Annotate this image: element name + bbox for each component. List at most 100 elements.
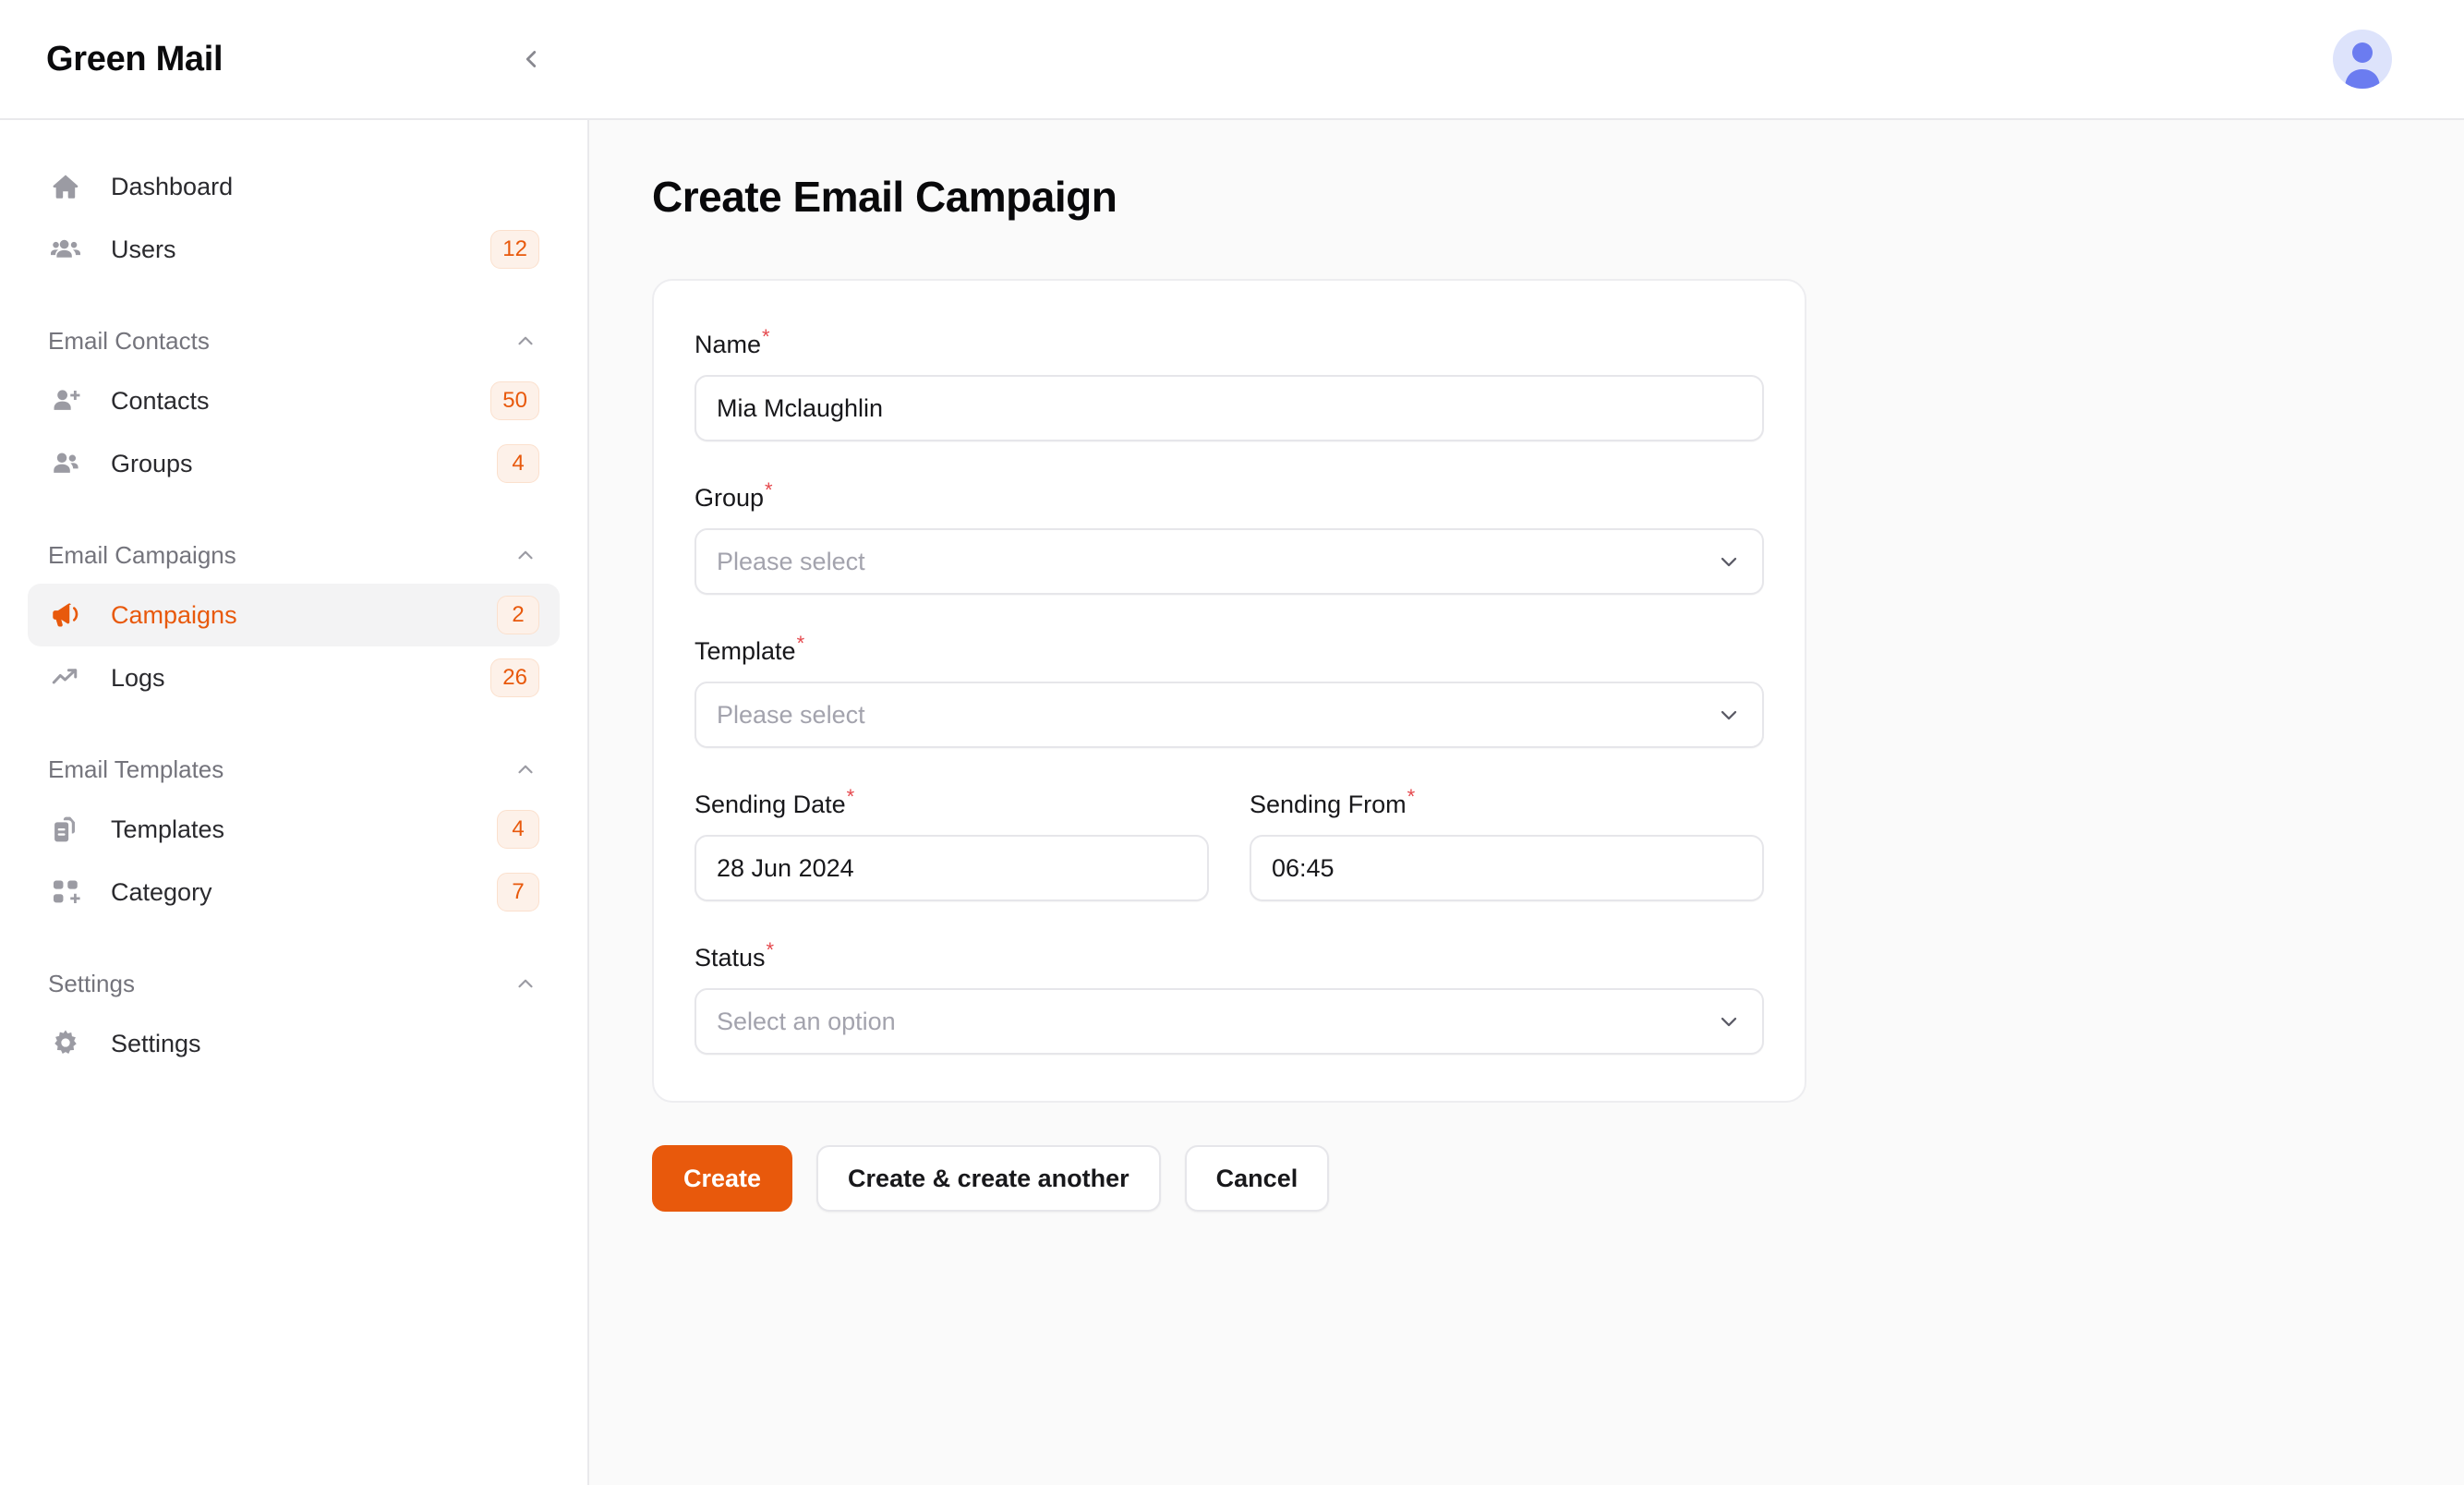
category-grid-plus-icon — [48, 875, 83, 910]
sidebar-item-dashboard[interactable]: Dashboard — [28, 155, 560, 218]
home-icon — [48, 169, 83, 204]
sidebar-section-email-templates[interactable]: Email Templates — [28, 741, 560, 798]
campaign-form-card: Name* Mia Mclaughlin Group* Please selec… — [652, 279, 1806, 1103]
trending-up-icon — [48, 660, 83, 695]
template-select-placeholder: Please select — [717, 700, 865, 729]
sending-row: Sending Date* 28 Jun 2024 Sending From* … — [695, 785, 1764, 938]
sidebar-item-category[interactable]: Category 7 — [28, 861, 560, 924]
sidebar-item-contacts[interactable]: Contacts 50 — [28, 369, 560, 432]
sidebar-item-groups[interactable]: Groups 4 — [28, 432, 560, 495]
required-marker: * — [1407, 785, 1416, 808]
gear-icon — [48, 1026, 83, 1061]
people-icon — [48, 446, 83, 481]
status-select[interactable]: Select an option — [695, 988, 1764, 1055]
chevron-up-icon — [512, 755, 539, 783]
top-bar: Green Mail — [0, 0, 2464, 120]
create-and-create-another-button[interactable]: Create & create another — [816, 1145, 1161, 1212]
required-marker: * — [765, 478, 773, 501]
field-label: Sending Date* — [695, 785, 854, 819]
users-group-icon — [48, 232, 83, 267]
sidebar-item-label: Groups — [111, 449, 193, 477]
name-input[interactable]: Mia Mclaughlin — [695, 375, 1764, 441]
chevron-left-icon — [525, 51, 537, 67]
status-select-placeholder: Select an option — [717, 1007, 896, 1035]
field-name: Name* Mia Mclaughlin — [695, 325, 1764, 441]
sidebar-section-title: Settings — [48, 969, 135, 997]
chevron-up-icon — [512, 541, 539, 569]
sidebar-item-logs[interactable]: Logs 26 — [28, 646, 560, 709]
sidebar-badge: 12 — [490, 230, 539, 269]
sidebar-item-label: Dashboard — [111, 172, 234, 200]
sidebar-item-templates[interactable]: Templates 4 — [28, 798, 560, 861]
avatar[interactable] — [2333, 30, 2392, 89]
sidebar-section-email-campaigns[interactable]: Email Campaigns — [28, 526, 560, 584]
create-button[interactable]: Create — [652, 1145, 793, 1212]
user-plus-icon — [48, 383, 83, 418]
sidebar-item-label: Category — [111, 877, 212, 906]
field-sending-date: Sending Date* 28 Jun 2024 — [695, 785, 1209, 901]
chevron-down-icon — [1716, 702, 1742, 728]
sending-from-value: 06:45 — [1272, 853, 1335, 882]
field-status: Status* Select an option — [695, 938, 1764, 1055]
label-text: Sending From — [1250, 791, 1407, 818]
chevron-down-icon — [1716, 1008, 1742, 1034]
required-marker: * — [796, 632, 805, 655]
sidebar-section-title: Email Contacts — [48, 326, 210, 355]
sidebar-section-title: Email Templates — [48, 755, 224, 783]
user-avatar-icon — [2345, 42, 2380, 89]
label-text: Name — [695, 331, 762, 358]
sidebar-badge: 2 — [497, 596, 539, 634]
field-template: Template* Please select — [695, 632, 1764, 748]
sending-date-input[interactable]: 28 Jun 2024 — [695, 835, 1209, 901]
form-actions: Create Create & create another Cancel — [652, 1145, 2464, 1212]
sidebar-item-label: Users — [111, 235, 176, 263]
page-title: Create Email Campaign — [652, 173, 1117, 221]
sidebar-badge: 4 — [497, 810, 539, 849]
sidebar-item-settings[interactable]: Settings — [28, 1012, 560, 1075]
sidebar-item-users[interactable]: Users 12 — [28, 218, 560, 281]
sidebar-collapse-button[interactable] — [510, 38, 552, 80]
field-sending-from: Sending From* 06:45 — [1250, 785, 1764, 901]
template-select[interactable]: Please select — [695, 682, 1764, 748]
chevron-up-icon — [512, 970, 539, 997]
sidebar-item-campaigns[interactable]: Campaigns 2 — [28, 584, 560, 646]
top-bar-right — [589, 0, 2464, 118]
name-input-value: Mia Mclaughlin — [717, 393, 884, 422]
field-label: Name* — [695, 325, 770, 359]
sending-from-input[interactable]: 06:45 — [1250, 835, 1764, 901]
label-text: Template — [695, 637, 796, 665]
app-title: Green Mail — [46, 39, 223, 78]
group-select-placeholder: Please select — [717, 547, 865, 575]
field-label: Status* — [695, 938, 774, 972]
sidebar-item-label: Templates — [111, 815, 225, 843]
sidebar-item-label: Logs — [111, 663, 165, 692]
group-select[interactable]: Please select — [695, 528, 1764, 595]
sidebar-section-settings[interactable]: Settings — [28, 955, 560, 1012]
field-group: Group* Please select — [695, 478, 1764, 595]
required-marker: * — [762, 325, 770, 348]
sidebar-item-label: Campaigns — [111, 600, 237, 629]
main-content: Create Email Campaign Name* Mia Mclaughl… — [589, 120, 2464, 1485]
sidebar-item-label: Settings — [111, 1029, 201, 1057]
megaphone-icon — [48, 598, 83, 633]
body: Dashboard Users 12 Email Contacts Contac… — [0, 120, 2464, 1485]
field-label: Group* — [695, 478, 773, 513]
sending-date-value: 28 Jun 2024 — [717, 853, 854, 882]
required-marker: * — [846, 785, 855, 808]
label-text: Status — [695, 944, 766, 972]
sidebar-badge: 4 — [497, 444, 539, 483]
template-copy-icon — [48, 812, 83, 847]
sidebar-section-email-contacts[interactable]: Email Contacts — [28, 312, 560, 369]
cancel-button[interactable]: Cancel — [1184, 1145, 1330, 1212]
sidebar-badge: 7 — [497, 873, 539, 912]
field-label: Template* — [695, 632, 804, 666]
sidebar-section-title: Email Campaigns — [48, 540, 236, 569]
label-text: Sending Date — [695, 791, 846, 818]
chevron-up-icon — [512, 327, 539, 355]
sidebar: Dashboard Users 12 Email Contacts Contac… — [0, 120, 589, 1485]
sidebar-badge: 26 — [490, 658, 539, 697]
sidebar-badge: 50 — [490, 381, 539, 420]
chevron-down-icon — [1716, 549, 1742, 574]
field-label: Sending From* — [1250, 785, 1415, 819]
label-text: Group — [695, 484, 765, 512]
